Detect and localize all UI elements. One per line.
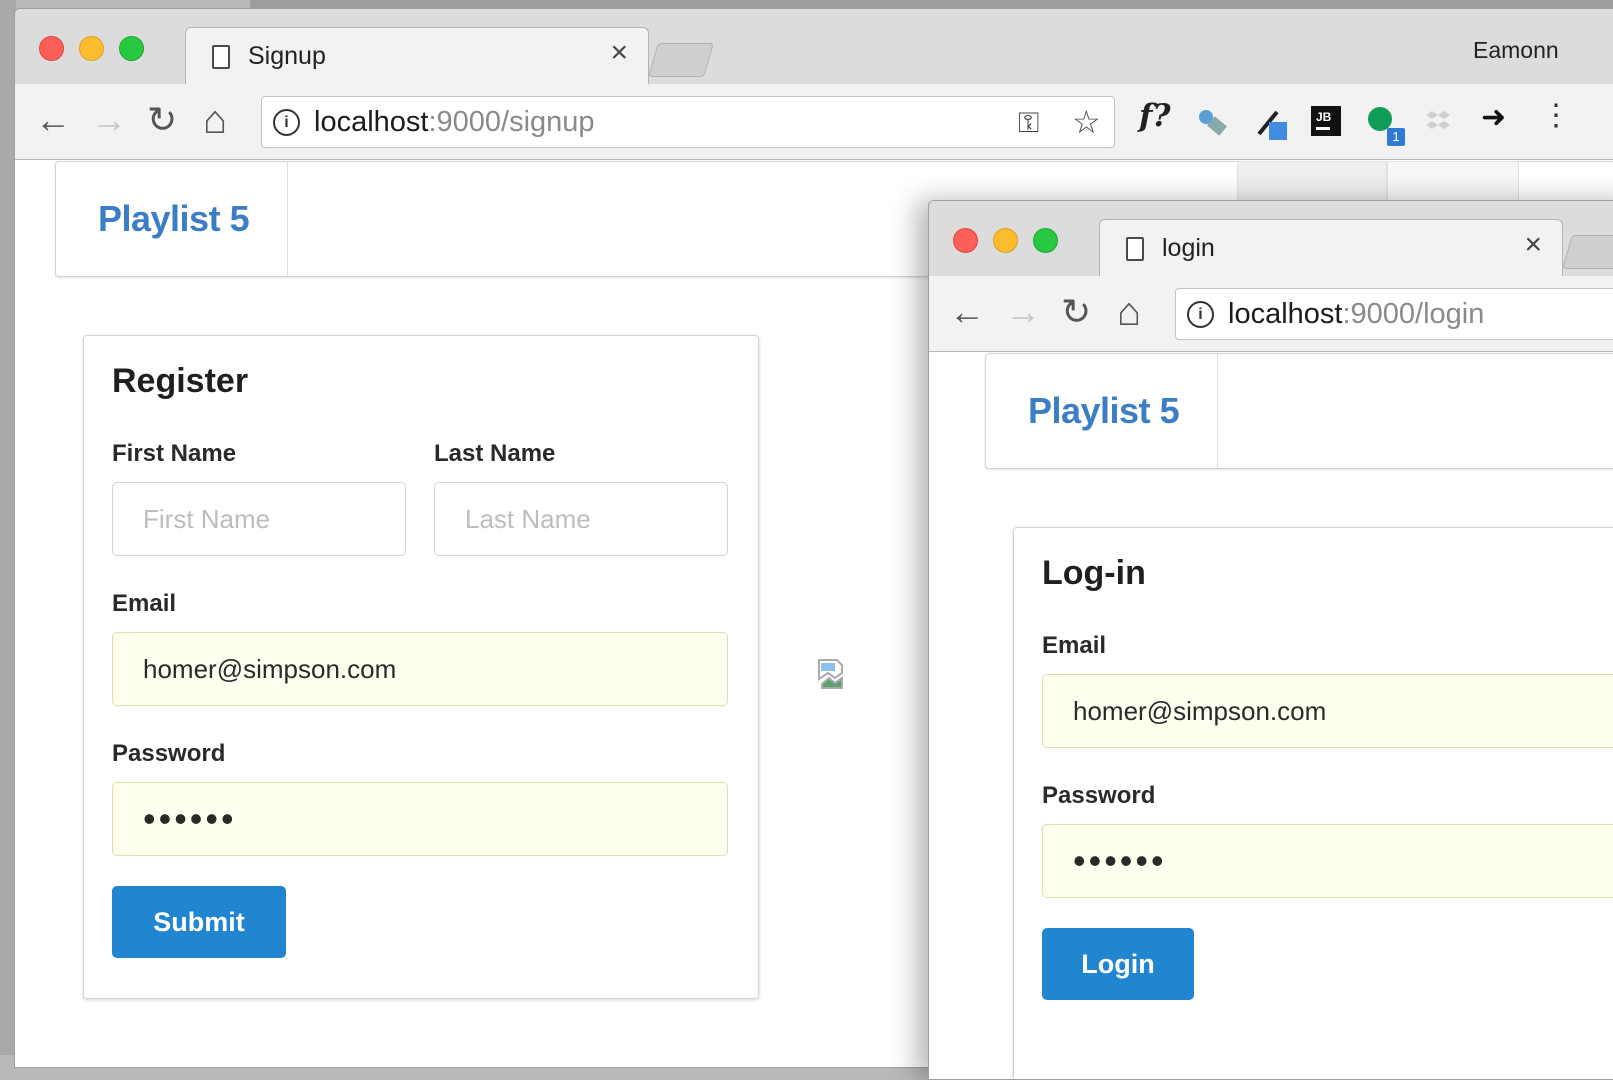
minimize-window-button[interactable] <box>993 228 1018 253</box>
email-field[interactable] <box>1042 674 1613 748</box>
svg-text:JB: JB <box>1316 110 1332 124</box>
form-title: Log-in <box>1042 554 1146 592</box>
star-icon[interactable]: ☆ <box>1072 103 1101 141</box>
close-window-button[interactable] <box>953 228 978 253</box>
email-label: Email <box>1042 632 1107 659</box>
tab-close-icon[interactable]: × <box>1524 230 1542 260</box>
login-form-card: Log-in Email Password Login <box>1013 527 1613 1079</box>
key-icon[interactable]: ⚿ <box>1018 107 1039 140</box>
satellite-icon[interactable] <box>1195 106 1229 142</box>
title-bar: Signup × Eamonn <box>15 9 1613 84</box>
address-bar[interactable]: i localhost:9000/signup ⚿ ☆ <box>261 96 1115 148</box>
page-content: Playlist 5 Log-in Email Password Login <box>929 353 1613 1079</box>
document-icon <box>212 45 230 69</box>
register-form-card: Register First Name Last Name Email Pass… <box>83 335 759 999</box>
submit-button[interactable]: Submit <box>112 886 286 958</box>
extension-badge: 1 <box>1387 128 1405 146</box>
broken-image-icon <box>818 659 843 689</box>
document-icon <box>1126 237 1144 261</box>
new-tab-button[interactable] <box>1562 235 1613 269</box>
browser-window-login: login × ← → ↻ ⌂ i localhost:9000/login P… <box>928 200 1613 1080</box>
share-arrow-icon[interactable]: ➜ <box>1481 100 1506 136</box>
close-window-button[interactable] <box>39 36 64 61</box>
home-icon[interactable]: ⌂ <box>203 100 227 140</box>
minimize-window-button[interactable] <box>79 36 104 61</box>
reload-icon[interactable]: ↻ <box>147 100 177 140</box>
brand-title: Playlist 5 <box>1028 390 1180 431</box>
new-tab-button[interactable] <box>648 43 714 77</box>
home-icon[interactable]: ⌂ <box>1117 292 1141 332</box>
password-field[interactable] <box>1042 824 1613 898</box>
tab-title: login <box>1162 234 1215 262</box>
brand-title: Playlist 5 <box>98 198 250 239</box>
back-icon[interactable]: ← <box>949 292 985 332</box>
info-icon[interactable]: i <box>1187 301 1214 328</box>
title-bar: login × <box>929 201 1613 276</box>
profile-name[interactable]: Eamonn <box>1473 37 1559 64</box>
eyedropper-icon[interactable] <box>1255 106 1289 142</box>
brand-menu-item[interactable]: Playlist 5 <box>56 162 288 276</box>
info-icon[interactable]: i <box>273 109 300 136</box>
tab-title: Signup <box>248 42 326 70</box>
maximize-window-button[interactable] <box>119 36 144 61</box>
email-field[interactable] <box>112 632 728 706</box>
tab-signup[interactable]: Signup × <box>185 27 649 84</box>
url-text: localhost:9000/login <box>1228 298 1485 330</box>
tab-close-icon[interactable]: × <box>610 38 628 68</box>
login-button[interactable]: Login <box>1042 928 1194 1000</box>
tab-login[interactable]: login × <box>1099 219 1563 276</box>
forward-icon[interactable]: → <box>91 100 127 140</box>
form-title: Register <box>112 362 249 400</box>
last-name-label: Last Name <box>434 440 556 467</box>
first-name-field[interactable] <box>112 482 406 556</box>
jetbrains-icon[interactable]: JB <box>1311 106 1341 142</box>
forward-icon[interactable]: → <box>1005 292 1041 332</box>
url-text: localhost:9000/signup <box>314 106 595 138</box>
f-question-icon[interactable]: f? <box>1139 98 1171 134</box>
back-icon[interactable]: ← <box>35 100 71 140</box>
password-field[interactable] <box>112 782 728 856</box>
maximize-window-button[interactable] <box>1033 228 1058 253</box>
desktop-background-top <box>250 0 1613 8</box>
password-label: Password <box>1042 782 1156 809</box>
address-bar[interactable]: i localhost:9000/login <box>1175 288 1613 340</box>
reload-icon[interactable]: ↻ <box>1061 292 1091 332</box>
brand-menu-item[interactable]: Playlist 5 <box>986 354 1218 468</box>
browser-toolbar: ← → ↻ ⌂ i localhost:9000/login <box>929 276 1613 352</box>
email-label: Email <box>112 590 177 617</box>
top-menu: Playlist 5 <box>985 353 1613 469</box>
password-label: Password <box>112 740 226 767</box>
first-name-label: First Name <box>112 440 237 467</box>
dropbox-icon[interactable] <box>1425 108 1455 144</box>
menu-tab-strip <box>1387 161 1519 203</box>
browser-toolbar: ← → ↻ ⌂ i localhost:9000/signup ⚿ ☆ f? J… <box>15 84 1613 160</box>
menu-tab-strip <box>1237 161 1387 203</box>
last-name-field[interactable] <box>434 482 728 556</box>
more-vert-icon[interactable]: ⋮ <box>1541 98 1571 134</box>
